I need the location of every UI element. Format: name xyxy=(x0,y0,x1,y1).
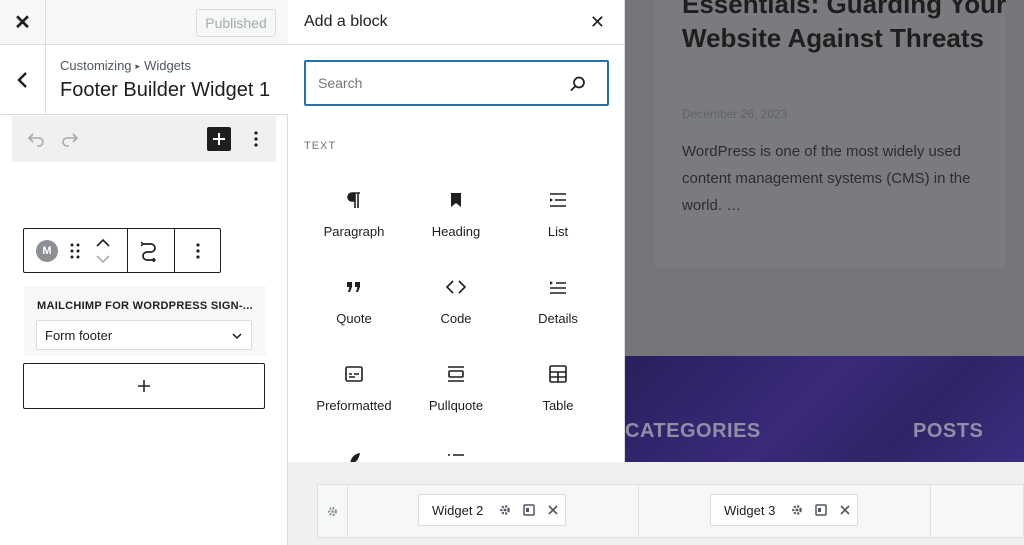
pullquote-icon xyxy=(448,366,464,382)
footer-posts-heading: POSTS xyxy=(913,420,984,442)
category-label: TEXT xyxy=(304,140,337,152)
table-icon xyxy=(549,365,567,383)
undo-icon[interactable] xyxy=(26,129,46,149)
preformatted-icon xyxy=(345,366,363,382)
published-button[interactable]: Published xyxy=(196,9,276,37)
post-excerpt: WordPress is one of the most widely used… xyxy=(682,143,971,214)
block-label: Code xyxy=(440,311,472,326)
block-label: Preformatted xyxy=(316,398,392,413)
add-block-button[interactable] xyxy=(23,363,265,409)
toolbar-divider xyxy=(127,229,128,272)
chevron-left-icon xyxy=(16,71,27,88)
gear-icon xyxy=(328,506,337,516)
widget-chip-2[interactable]: Widget 2 xyxy=(418,494,566,526)
block-heading[interactable]: Heading xyxy=(406,178,506,258)
block-label: List xyxy=(547,224,569,239)
close-icon[interactable] xyxy=(838,503,852,517)
widget-chip-label: Widget 3 xyxy=(724,502,776,518)
block-label: Pullquote xyxy=(428,398,484,413)
block-preformatted[interactable]: Preformatted xyxy=(304,352,404,432)
close-icon: ✕ xyxy=(14,12,31,34)
close-customizer-button[interactable]: ✕ xyxy=(0,0,46,45)
close-icon[interactable] xyxy=(546,503,560,517)
ordered-list-icon[interactable] xyxy=(444,448,468,462)
breadcrumb-customizing: Customizing xyxy=(60,58,132,73)
block-table[interactable]: Table xyxy=(508,352,608,432)
footer-categories-heading: CATEGORIES xyxy=(625,420,761,442)
post-title[interactable]: Essentials: Guarding Your Website Agains… xyxy=(682,0,1012,55)
chevron-down-icon xyxy=(232,333,242,340)
block-label: Details xyxy=(538,311,578,326)
block-options-button[interactable] xyxy=(187,240,209,262)
options-button[interactable] xyxy=(244,127,268,151)
search-box xyxy=(304,60,609,106)
close-inserter-button[interactable]: ✕ xyxy=(590,12,605,33)
inserter-title: Add a block xyxy=(304,13,388,30)
customizer-sidebar: ✕ Published Customizing ▸ Widgets Footer B… xyxy=(0,0,288,545)
breadcrumb-widgets: Widgets xyxy=(144,58,192,73)
widget-chip-3[interactable]: Widget 3 xyxy=(710,494,858,526)
move-up-down-icon[interactable] xyxy=(94,235,112,267)
paragraph-icon xyxy=(347,192,360,208)
builder-row: Widget 2 Widget 3 xyxy=(317,484,1024,538)
block-label: Quote xyxy=(336,311,372,326)
site-footer: CATEGORIES POSTS xyxy=(625,356,1024,462)
widget-title: MAILCHIMP FOR WORDPRESS SIGN-... xyxy=(37,300,253,312)
panel-header: Customizing ▸ Widgets Footer Builder Widge… xyxy=(0,45,288,115)
plus-icon xyxy=(138,380,150,392)
column-divider xyxy=(930,485,931,537)
gear-icon[interactable] xyxy=(790,503,804,517)
mailchimp-widget: MAILCHIMP FOR WORDPRESS SIGN-... Form fo… xyxy=(24,286,266,356)
block-label: Table xyxy=(542,398,574,413)
search-icon xyxy=(570,76,585,92)
block-code[interactable]: Code xyxy=(406,265,506,345)
row-settings-button[interactable] xyxy=(318,485,348,537)
code-icon xyxy=(445,280,467,294)
inserter-header: Add a block ✕ xyxy=(288,0,624,45)
editor-toolbar xyxy=(12,116,276,162)
search-input[interactable] xyxy=(318,73,558,93)
widget-chip-label: Widget 2 xyxy=(432,502,484,518)
block-list[interactable]: List xyxy=(508,178,608,258)
heading-icon xyxy=(451,193,461,207)
gear-icon[interactable] xyxy=(498,503,512,517)
breadcrumb-separator: ▸ xyxy=(135,61,141,71)
more-vertical-icon xyxy=(196,243,200,259)
site-preview: Essentials: Guarding Your Website Agains… xyxy=(625,0,1024,462)
list-icon xyxy=(550,193,566,207)
block-quote[interactable]: Quote xyxy=(304,265,404,345)
transform-icon[interactable] xyxy=(138,240,160,262)
plus-icon xyxy=(213,133,225,145)
layout-icon[interactable] xyxy=(522,503,536,517)
form-select[interactable]: Form footer xyxy=(36,320,252,350)
redo-icon[interactable] xyxy=(60,129,80,149)
drag-handle-icon[interactable] xyxy=(68,241,82,261)
block-inserter: Add a block ✕ TEXT Paragraph Heading Lis… xyxy=(288,0,625,462)
block-pullquote[interactable]: Pullquote xyxy=(406,352,506,432)
panel-title: Footer Builder Widget 1 xyxy=(60,79,271,101)
mailchimp-block-icon[interactable]: M xyxy=(36,240,58,262)
close-icon: ✕ xyxy=(589,12,605,32)
verse-icon[interactable] xyxy=(342,448,366,462)
quote-icon xyxy=(347,282,360,292)
column-divider xyxy=(638,485,639,537)
layout-icon[interactable] xyxy=(814,503,828,517)
form-select-value: Form footer xyxy=(45,327,113,343)
customizer-top-bar: ✕ Published xyxy=(0,0,288,45)
footer-builder: Widget 2 Widget 3 xyxy=(288,462,1024,545)
block-label: Heading xyxy=(431,224,481,239)
details-icon xyxy=(550,281,566,294)
toolbar-divider xyxy=(174,229,175,272)
more-vertical-icon xyxy=(254,131,258,147)
block-label: Paragraph xyxy=(323,224,385,239)
post-date: December 26, 2023 xyxy=(682,107,788,121)
block-toolbar: M xyxy=(23,228,221,273)
block-details[interactable]: Details xyxy=(508,265,608,345)
add-block-toggle-button[interactable] xyxy=(207,127,231,151)
back-button[interactable] xyxy=(0,45,46,114)
block-paragraph[interactable]: Paragraph xyxy=(304,178,404,258)
breadcrumb: Customizing ▸ Widgets xyxy=(60,58,191,73)
